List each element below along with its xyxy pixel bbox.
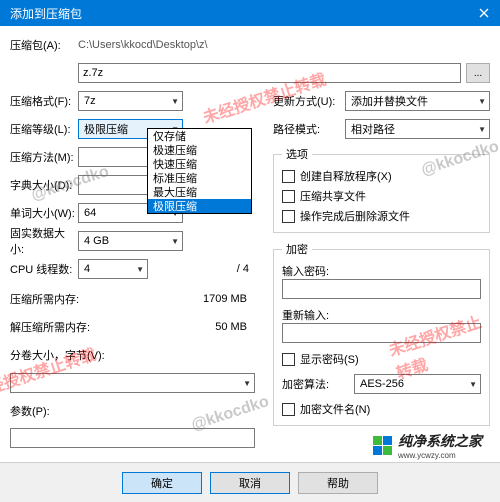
show-password-checkbox[interactable] (282, 353, 295, 366)
method-label: 压缩方法(M): (10, 149, 78, 165)
sfx-checkbox[interactable] (282, 170, 295, 183)
archive-path-prefix: C:\Users\kkocd\Desktop\z\ (78, 39, 208, 51)
close-icon[interactable] (476, 5, 492, 21)
enc-alg-select[interactable]: AES-256▼ (354, 374, 481, 394)
params-label: 参数(P): (10, 403, 78, 419)
level-label: 压缩等级(L): (10, 121, 78, 137)
mem-compress-label: 压缩所需内存: (10, 291, 120, 307)
chevron-down-icon: ▼ (171, 237, 179, 246)
pathmode-label: 路径模式: (273, 121, 345, 137)
solid-select[interactable]: 4 GB▼ (78, 231, 183, 251)
solid-label: 固实数据大小: (10, 225, 78, 257)
mem-compress-value: 1709 MB (120, 293, 255, 305)
cancel-button[interactable]: 取消 (210, 472, 290, 494)
chevron-down-icon: ▼ (478, 125, 486, 134)
archive-label: 压缩包(A): (10, 37, 78, 53)
encryption-group: 加密 输入密码: 重新输入: 显示密码(S) 加密算法: AES-256▼ 加密… (273, 241, 490, 426)
chevron-down-icon: ▼ (171, 97, 179, 106)
params-input[interactable] (10, 428, 255, 448)
enc-alg-label: 加密算法: (282, 376, 354, 392)
chevron-down-icon: ▼ (478, 97, 486, 106)
password-label: 输入密码: (282, 263, 481, 279)
chevron-down-icon: ▼ (136, 265, 144, 274)
delete-checkbox[interactable] (282, 210, 295, 223)
ok-button[interactable]: 确定 (122, 472, 202, 494)
sfx-label: 创建自释放程序(X) (300, 168, 392, 184)
show-password-label: 显示密码(S) (300, 351, 359, 367)
help-button[interactable]: 帮助 (298, 472, 378, 494)
share-label: 压缩共享文件 (300, 188, 366, 204)
update-label: 更新方式(U): (273, 93, 345, 109)
encrypt-names-label: 加密文件名(N) (300, 401, 370, 417)
mem-decompress-label: 解压缩所需内存: (10, 319, 120, 335)
level-option[interactable]: 标准压缩 (148, 171, 251, 185)
chevron-down-icon: ▼ (469, 380, 477, 389)
password-input[interactable] (282, 279, 481, 299)
format-label: 压缩格式(F): (10, 93, 78, 109)
level-option[interactable]: 最大压缩 (148, 185, 251, 199)
level-option[interactable]: 极速压缩 (148, 143, 251, 157)
update-select[interactable]: 添加并替换文件▼ (345, 91, 490, 111)
word-label: 单词大小(W): (10, 205, 78, 221)
level-option[interactable]: 极限压缩 (148, 199, 251, 213)
encryption-legend: 加密 (282, 241, 312, 257)
brand-url: www.ycwzy.com (398, 451, 482, 460)
window-title: 添加到压缩包 (10, 5, 82, 22)
password2-label: 重新输入: (282, 307, 481, 323)
window-titlebar: 添加到压缩包 (0, 0, 500, 26)
password2-input[interactable] (282, 323, 481, 343)
browse-button[interactable]: ... (466, 63, 490, 83)
options-legend: 选项 (282, 146, 312, 162)
cpu-label: CPU 线程数: (10, 261, 78, 277)
logo-icon (373, 436, 392, 455)
level-dropdown[interactable]: 仅存储 极速压缩 快速压缩 标准压缩 最大压缩 极限压缩 (147, 128, 252, 214)
chevron-down-icon: ▼ (243, 379, 251, 388)
cpu-select[interactable]: 4▼ (78, 259, 148, 279)
split-select[interactable]: ▼ (10, 373, 255, 393)
format-select[interactable]: 7z▼ (78, 91, 183, 111)
dict-label: 字典大小(D): (10, 177, 78, 193)
brand-name: 纯净系统之家 (398, 431, 482, 451)
split-label: 分卷大小，字节(V): (10, 347, 130, 363)
encrypt-names-checkbox[interactable] (282, 403, 295, 416)
level-option[interactable]: 快速压缩 (148, 157, 251, 171)
mem-decompress-value: 50 MB (120, 321, 255, 333)
button-bar: 确定 取消 帮助 (0, 462, 500, 502)
share-checkbox[interactable] (282, 190, 295, 203)
options-group: 选项 创建自释放程序(X) 压缩共享文件 操作完成后删除源文件 (273, 146, 490, 233)
level-option[interactable]: 仅存储 (148, 129, 251, 143)
archive-name-input[interactable] (78, 63, 461, 83)
pathmode-select[interactable]: 相对路径▼ (345, 119, 490, 139)
branding: 纯净系统之家 www.ycwzy.com (373, 431, 482, 460)
cpu-suffix: / 4 (237, 263, 255, 275)
delete-label: 操作完成后删除源文件 (300, 208, 410, 224)
